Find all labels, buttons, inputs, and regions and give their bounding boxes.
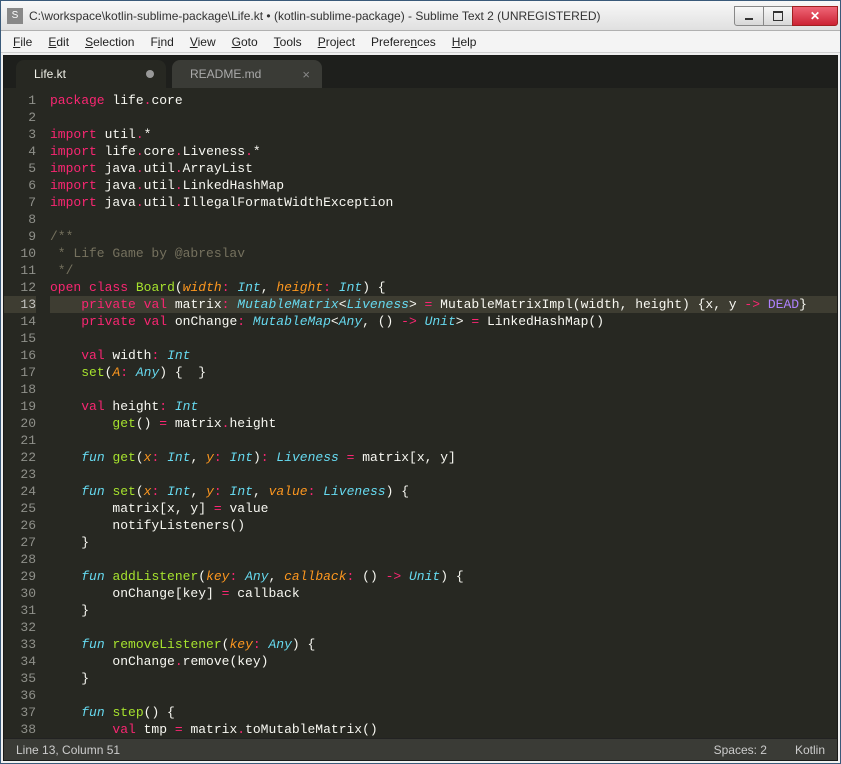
window-controls <box>735 6 838 26</box>
tab-life-kt[interactable]: Life.kt <box>16 60 166 88</box>
menu-view[interactable]: View <box>182 33 224 51</box>
status-language[interactable]: Kotlin <box>795 743 825 757</box>
tabbar: Life.kt README.md × <box>4 56 837 88</box>
app-icon: S <box>7 8 23 24</box>
statusbar: Line 13, Column 51 Spaces: 2 Kotlin <box>4 738 837 760</box>
dirty-indicator-icon <box>146 70 154 78</box>
menu-project[interactable]: Project <box>310 33 363 51</box>
titlebar[interactable]: S C:\workspace\kotlin-sublime-package\Li… <box>1 1 840 31</box>
window-title: C:\workspace\kotlin-sublime-package\Life… <box>29 9 735 23</box>
close-button[interactable] <box>792 6 838 26</box>
maximize-button[interactable] <box>763 6 793 26</box>
menu-preferences[interactable]: Preferences <box>363 33 444 51</box>
line-gutter: 1234567891011121314151617181920212223242… <box>4 88 44 738</box>
tab-readme-md[interactable]: README.md × <box>172 60 322 88</box>
menu-goto[interactable]: Goto <box>224 33 266 51</box>
minimize-button[interactable] <box>734 6 764 26</box>
menu-file[interactable]: File <box>5 33 40 51</box>
tab-label: README.md <box>190 67 261 81</box>
menu-find[interactable]: Find <box>142 33 181 51</box>
editor-area: Life.kt README.md × 12345678910111213141… <box>3 55 838 761</box>
menu-help[interactable]: Help <box>444 33 485 51</box>
menu-edit[interactable]: Edit <box>40 33 77 51</box>
close-tab-icon[interactable]: × <box>302 68 310 81</box>
status-position[interactable]: Line 13, Column 51 <box>16 743 686 757</box>
menu-tools[interactable]: Tools <box>266 33 310 51</box>
code-text[interactable]: package life.core import util.*import li… <box>44 88 837 738</box>
menu-selection[interactable]: Selection <box>77 33 142 51</box>
tab-label: Life.kt <box>34 67 66 81</box>
menubar: File Edit Selection Find View Goto Tools… <box>1 31 840 53</box>
status-spaces[interactable]: Spaces: 2 <box>714 743 767 757</box>
code-editor[interactable]: 1234567891011121314151617181920212223242… <box>4 88 837 738</box>
app-window: S C:\workspace\kotlin-sublime-package\Li… <box>0 0 841 764</box>
